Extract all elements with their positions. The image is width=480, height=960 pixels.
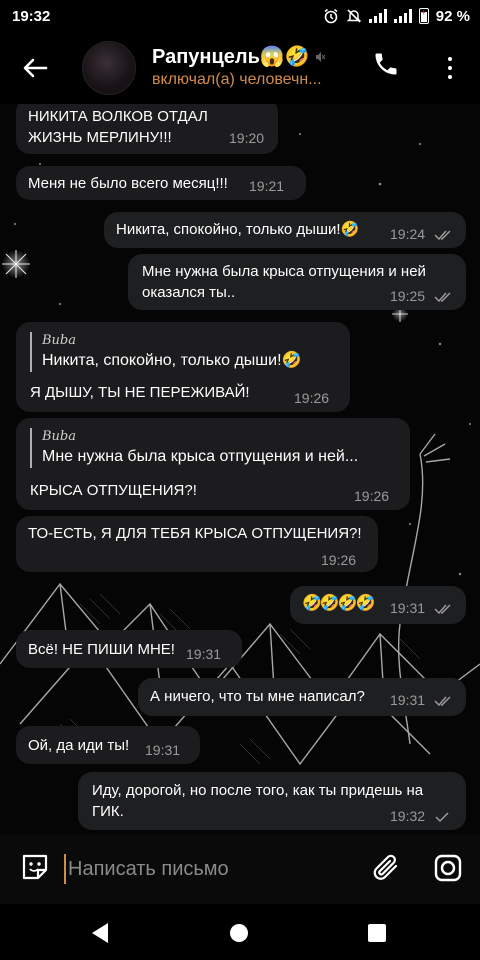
message-incoming[interactable]: Всё! НЕ ПИШИ МНЕ! 19:31 — [16, 630, 242, 668]
quote-author: Buba — [42, 333, 76, 348]
chat-area[interactable]: НИКИТА ВОЛКОВ ОТДАЛ ЖИЗНЬ МЕРЛИНУ!!! 19:… — [0, 104, 480, 834]
signal-1-icon — [368, 9, 387, 23]
message-input-bar — [0, 834, 480, 904]
message-outgoing[interactable]: Мне нужна была крыса отпущения и ней ока… — [128, 254, 466, 310]
double-check-icon — [434, 292, 451, 303]
reply-quote[interactable]: Buba Мне нужна была крыса отпущения и не… — [30, 428, 402, 468]
message-incoming-reply[interactable]: Buba Мне нужна была крыса отпущения и не… — [16, 418, 410, 510]
double-check-icon — [434, 696, 451, 707]
message-time: 19:31 — [390, 690, 454, 711]
nav-back-icon[interactable] — [90, 922, 110, 944]
message-time: 19:31 — [186, 646, 222, 662]
message-incoming[interactable]: НИКИТА ВОЛКОВ ОТДАЛ ЖИЗНЬ МЕРЛИНУ!!! 19:… — [16, 104, 278, 154]
back-arrow-icon — [23, 58, 48, 78]
message-time-text: 19:32 — [390, 808, 426, 824]
single-check-icon — [435, 812, 449, 823]
battery-icon: + — [418, 8, 429, 24]
status-time: 19:32 — [12, 7, 51, 25]
nav-recents-icon[interactable] — [368, 924, 386, 942]
message-text: Никита, спокойно, только дыши!🤣 — [116, 221, 360, 238]
camera-icon — [434, 854, 462, 882]
message-time: 19:31 — [390, 598, 454, 619]
signal-2-icon — [393, 9, 412, 23]
chat-status: включал(а) человечн... — [152, 71, 322, 88]
message-time-text: 19:31 — [390, 600, 426, 616]
message-text: Я ДЫШУ, ТЫ НЕ ПЕРЕЖИВАЙ! — [30, 384, 250, 401]
mute-notifications-icon — [346, 9, 362, 23]
message-outgoing[interactable]: Никита, спокойно, только дыши!🤣 19:24 — [104, 212, 466, 248]
double-check-icon — [434, 230, 451, 241]
quote-text: Никита, спокойно, только дыши!🤣 — [42, 352, 302, 369]
message-input[interactable] — [64, 854, 354, 884]
sticker-button[interactable] — [20, 852, 50, 882]
message-text: КРЫСА ОТПУЩЕНИЯ?! — [30, 482, 197, 499]
message-time: 19:26 — [321, 552, 357, 568]
camera-button[interactable] — [434, 854, 462, 882]
alarm-icon — [324, 8, 338, 24]
battery-level: 92 % — [435, 7, 470, 25]
quote-text: Мне нужна была крыса отпущения и ней... — [42, 448, 359, 465]
message-text: А ничего, что ты мне написал? — [150, 688, 365, 705]
phone-icon — [375, 53, 397, 75]
message-time: 19:26 — [354, 488, 390, 504]
back-button[interactable] — [18, 51, 52, 85]
message-outgoing[interactable]: 🤣🤣🤣🤣 19:31 — [290, 586, 466, 624]
reply-quote[interactable]: Buba Никита, спокойно, только дыши!🤣 — [30, 332, 340, 372]
message-time-text: 19:31 — [390, 692, 426, 708]
double-check-icon — [434, 604, 451, 615]
message-text: Всё! НЕ ПИШИ МНЕ! — [28, 641, 175, 658]
message-time: 19:31 — [145, 742, 181, 758]
paperclip-icon — [373, 854, 398, 880]
message-text: 🤣🤣🤣🤣 — [302, 595, 376, 612]
message-time: 19:21 — [249, 178, 285, 194]
message-time: 19:20 — [229, 130, 265, 146]
message-text: Меня не было всего месяц!!! — [28, 175, 228, 192]
message-incoming[interactable]: Ой, да иди ты! 19:31 — [16, 726, 200, 764]
message-time: 19:25 — [390, 286, 454, 307]
message-incoming[interactable]: ТО-ЕСТЬ, Я ДЛЯ ТЕБЯ КРЫСА ОТПУЩЕНИЯ?! 19… — [16, 516, 378, 572]
sticker-icon — [22, 854, 48, 880]
message-text: ТО-ЕСТЬ, Я ДЛЯ ТЕБЯ КРЫСА ОТПУЩЕНИЯ?! — [28, 525, 362, 542]
nav-home-icon[interactable] — [230, 924, 248, 942]
message-outgoing[interactable]: А ничего, что ты мне написал? 19:31 — [138, 678, 466, 716]
avatar[interactable] — [82, 41, 136, 95]
more-menu-button[interactable] — [438, 50, 462, 86]
message-time-text: 19:25 — [390, 288, 426, 304]
chat-header: Рапунцель😱🤣 включал(а) человечн... — [0, 32, 480, 104]
system-nav-bar — [0, 904, 480, 960]
message-time: 19:24 — [390, 224, 454, 245]
message-outgoing[interactable]: Иду, дорогой, но после того, как ты прид… — [78, 772, 466, 830]
message-time: 19:26 — [294, 390, 330, 406]
message-text: Ой, да иди ты! — [28, 737, 130, 754]
status-bar: 19:32 + 92 % — [0, 0, 480, 32]
chat-title: Рапунцель😱🤣 — [152, 46, 310, 68]
message-text: НИКИТА ВОЛКОВ ОТДАЛ ЖИЗНЬ МЕРЛИНУ!!! — [28, 108, 208, 146]
message-time-text: 19:24 — [390, 226, 426, 242]
chat-title-box[interactable]: Рапунцель😱🤣 включал(а) человечн... — [152, 45, 352, 91]
quote-author: Buba — [42, 429, 76, 444]
message-incoming-reply[interactable]: Buba Никита, спокойно, только дыши!🤣 Я Д… — [16, 322, 350, 412]
attach-button[interactable] — [372, 852, 402, 884]
message-time: 19:32 — [390, 806, 450, 827]
mute-icon — [315, 52, 326, 62]
call-button[interactable] — [372, 50, 404, 82]
message-incoming[interactable]: Меня не было всего месяц!!! 19:21 — [16, 166, 306, 200]
